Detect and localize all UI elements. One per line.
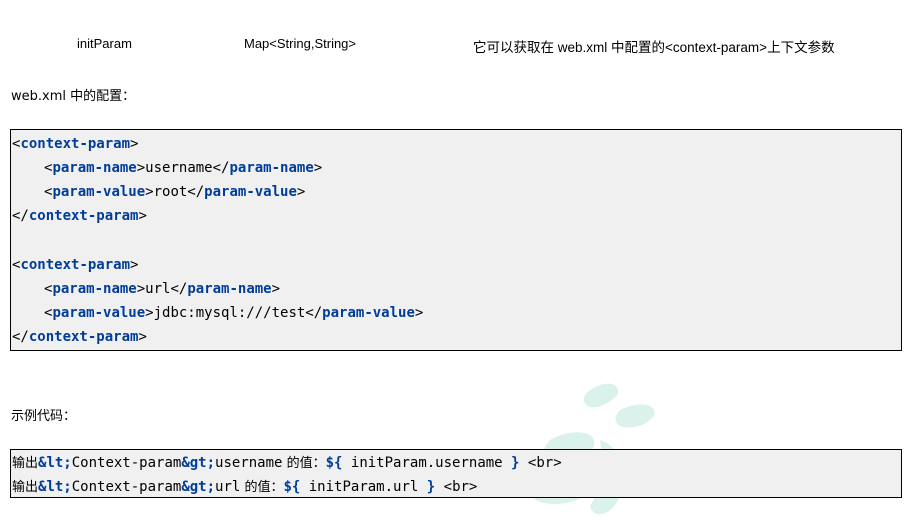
code-line: 输出&lt;Context-param&gt;url 的值：${ initPar… (12, 475, 477, 499)
code-tag: context-param (28, 329, 139, 345)
param-description-cell: 它可以获取在 web.xml 中配置的<context-param>上下文参数 (473, 40, 835, 55)
code-line: <param-name>username</param-name> (44, 160, 323, 176)
code-entity: &lt; (38, 455, 72, 471)
param-name-cell: initParam (77, 36, 132, 51)
code-tag: param-name (187, 281, 272, 297)
code-tag: context-param (20, 136, 131, 152)
code-expr: initParam.url (300, 479, 427, 495)
code-tag: param-name (229, 160, 314, 176)
code-line: </context-param> (12, 329, 147, 345)
code-text: username (145, 160, 213, 176)
config-code-block: <context-param> <param-name>username</pa… (10, 129, 902, 351)
code-text: url (145, 281, 171, 297)
code-tag: context-param (28, 208, 139, 224)
code-tag: param-name (52, 281, 137, 297)
code-text: jdbc:mysql:///test (153, 305, 306, 321)
code-line: 输出&lt;Context-param&gt;username 的值：${ in… (12, 451, 562, 475)
code-tag: param-value (52, 305, 146, 321)
code-line: </context-param> (12, 208, 147, 224)
code-expr-close: } (426, 479, 436, 495)
code-expr-open: ${ (325, 455, 343, 471)
param-type-cell: Map<String,String> (244, 36, 357, 51)
code-text: url (215, 479, 241, 495)
code-text: root (153, 184, 188, 200)
code-text: Context-param (71, 455, 182, 471)
code-text: 的值： (282, 456, 326, 471)
code-tag: param-value (52, 184, 146, 200)
code-text: 的值： (240, 480, 284, 495)
code-tag: param-value (322, 305, 415, 321)
code-tag: param-value (204, 184, 297, 200)
code-line: <param-value>jdbc:mysql:///test</param-v… (44, 305, 424, 321)
code-line: <param-name>url</param-name> (44, 281, 281, 297)
code-line: <context-param> (12, 136, 139, 152)
code-expr: initParam.username (342, 455, 512, 471)
example-label: 示例代码： (11, 409, 77, 424)
code-entity: &lt; (38, 479, 72, 495)
code-expr-open: ${ (283, 479, 301, 495)
code-text: 输出 (12, 456, 39, 471)
code-tag: param-name (52, 160, 137, 176)
code-br-tag: <br> (443, 479, 478, 495)
config-label: web.xml 中的配置： (11, 89, 136, 104)
code-entity: &gt; (181, 479, 216, 495)
code-text: 输出 (12, 480, 39, 495)
code-text: username (215, 455, 283, 471)
code-entity: &gt; (181, 455, 216, 471)
code-line: <param-value>root</param-value> (44, 184, 306, 200)
table-row: initParam Map<String,String> 它可以获取在 web.… (0, 34, 912, 58)
example-code-block: 输出&lt;Context-param&gt;username 的值：${ in… (10, 449, 902, 498)
code-tag: context-param (20, 257, 131, 273)
code-br-tag: <br> (527, 455, 562, 471)
code-text: Context-param (71, 479, 182, 495)
code-line: <context-param> (12, 257, 139, 273)
